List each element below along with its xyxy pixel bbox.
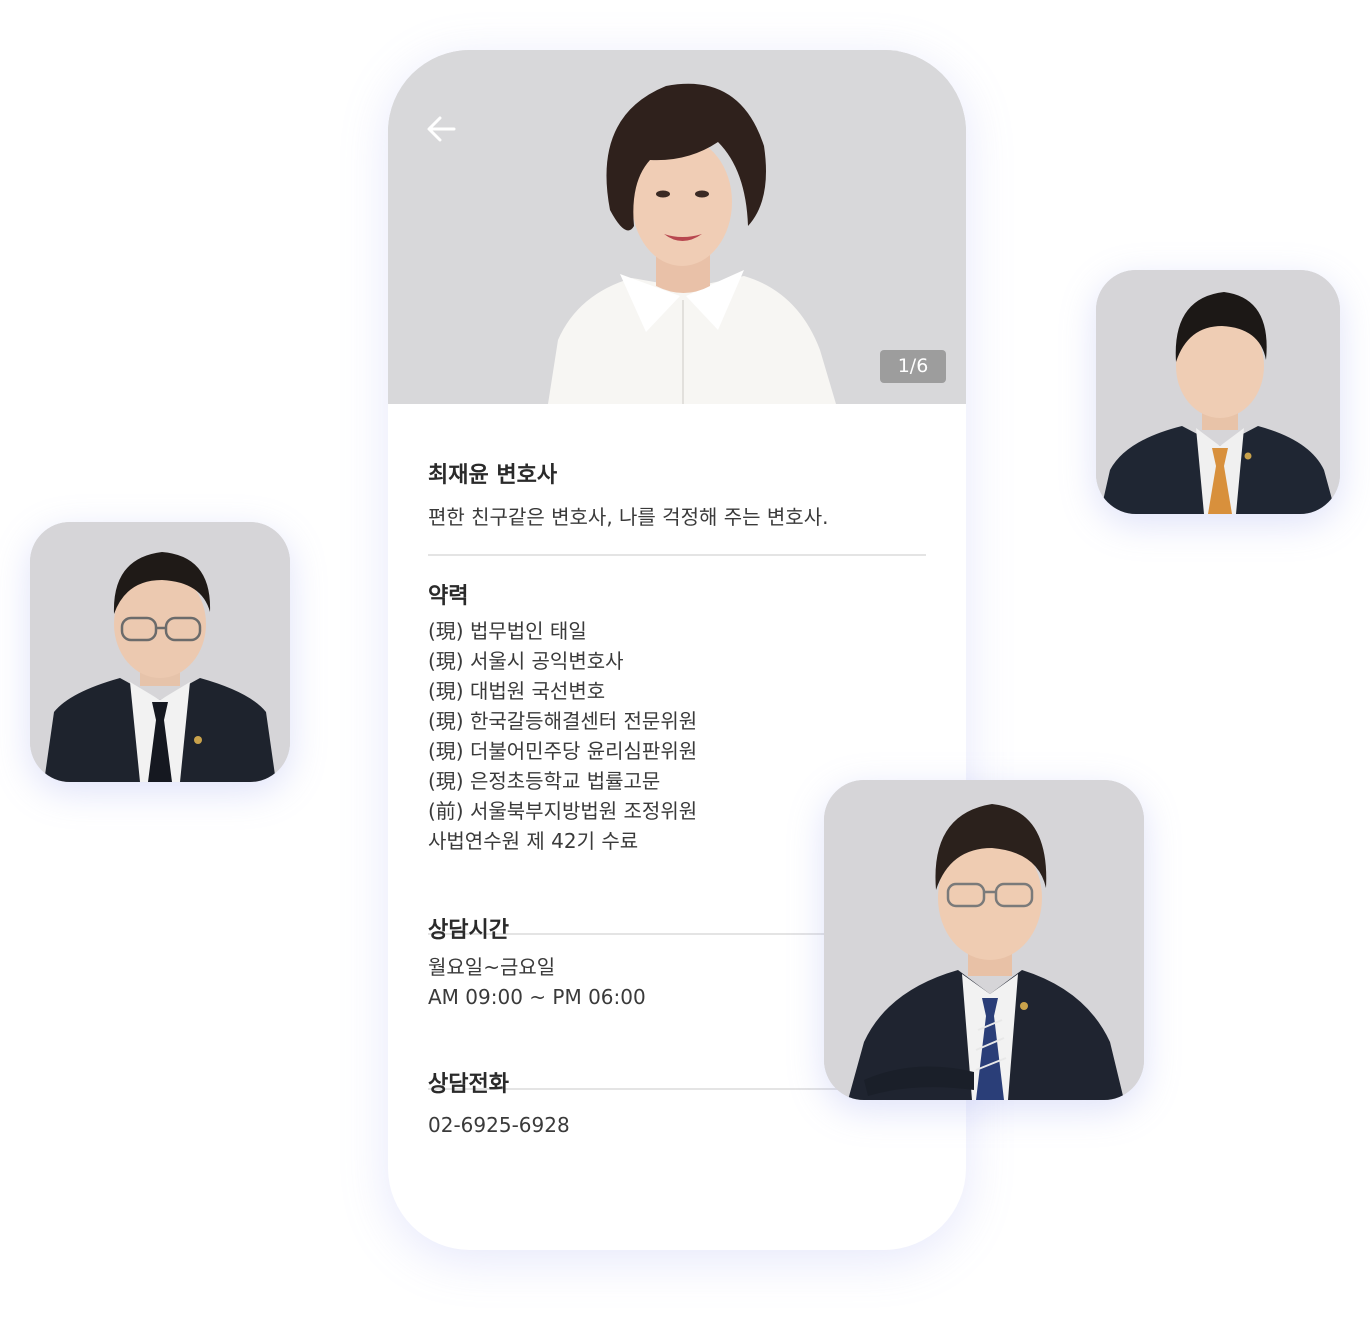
lawyer-photo-bottom <box>824 780 1144 1100</box>
hours-days: 월요일~금요일 <box>428 955 556 979</box>
lawyer-photo-left <box>30 522 290 782</box>
profile-photo-area[interactable]: 1/6 <box>388 50 966 404</box>
phone-title: 상담전화 <box>428 1072 509 1097</box>
lawyer-photo-right <box>1096 270 1340 514</box>
career-item: (現) 법무법인 태일 <box>428 619 587 643</box>
career-item: (現) 대법원 국선변호 <box>428 679 606 703</box>
lawyer-portrait-photo <box>388 50 966 404</box>
career-item: 사법연수원 제 42기 수료 <box>428 829 639 853</box>
career-item: (現) 더불어민주당 윤리심판위원 <box>428 739 698 763</box>
career-item: (前) 서울북부지방법원 조정위원 <box>428 799 698 823</box>
career-item: (現) 서울시 공익변호사 <box>428 649 624 673</box>
lawyer-card-left[interactable] <box>30 522 290 782</box>
lawyer-card-right[interactable] <box>1096 270 1340 514</box>
career-title: 약력 <box>428 584 469 609</box>
career-item: (現) 한국갈등해결센터 전문위원 <box>428 709 698 733</box>
lawyer-card-bottom[interactable] <box>824 780 1144 1100</box>
hours-list: 월요일~금요일 AM 09:00 ~ PM 06:00 <box>428 952 646 1012</box>
career-list: (現) 법무법인 태일 (現) 서울시 공익변호사 (現) 대법원 국선변호 (… <box>428 616 697 856</box>
photo-counter-badge: 1/6 <box>880 350 946 383</box>
lawyer-name: 최재윤 변호사 <box>428 463 558 488</box>
lawyer-tagline: 편한 친구같은 변호사, 나를 걱정해 주는 변호사. <box>428 505 829 529</box>
hours-time: AM 09:00 ~ PM 06:00 <box>428 985 646 1009</box>
career-item: (現) 은정초등학교 법률고문 <box>428 769 661 793</box>
arrow-left-icon[interactable] <box>418 106 464 152</box>
hours-title: 상담시간 <box>428 918 509 943</box>
divider <box>428 554 926 556</box>
phone-number[interactable]: 02-6925-6928 <box>428 1110 570 1140</box>
